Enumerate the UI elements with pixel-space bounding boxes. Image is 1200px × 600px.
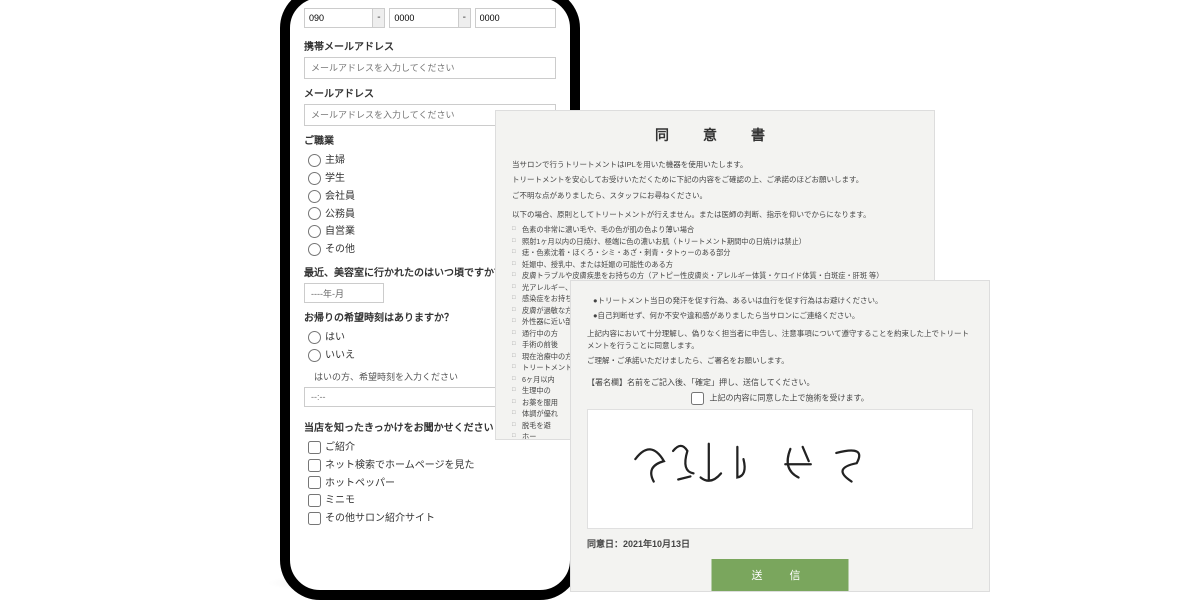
consent-text: 当サロンで行うトリートメントはIPLを用いた機器を使用いたします。: [512, 159, 918, 170]
consent-item: 痣・色素沈着・ほくろ・シミ・あざ・刺青・タトゥーのある部分: [512, 247, 918, 259]
radio[interactable]: [308, 172, 321, 185]
tel-part-2[interactable]: [389, 8, 458, 28]
radio[interactable]: [308, 207, 321, 220]
source-option[interactable]: ミニモ: [308, 491, 556, 507]
source-option[interactable]: ネット検索でホームページを見た: [308, 456, 556, 472]
tel-part-3[interactable]: [475, 8, 556, 28]
radio[interactable]: [308, 331, 321, 344]
dash: -: [373, 8, 385, 28]
agree-text: 上記の内容に同意した上で施術を受けます。: [710, 394, 869, 403]
radio[interactable]: [308, 243, 321, 256]
agree-checkbox[interactable]: [691, 392, 704, 405]
consent-text: ご不明な点がありましたら、スタッフにお尋ねください。: [512, 190, 918, 201]
consent-title: 同 意 書: [512, 125, 918, 145]
mobile-email-field[interactable]: [304, 57, 556, 79]
signature-label: 【署名欄】名前をご記入後、「確定」押し、送信してください。: [587, 377, 973, 388]
consent-text: トリートメントを安心してお受けいただくために下記の内容をご確認の上、ご承諾のほど…: [512, 174, 918, 185]
consent-item: 照射1ヶ月以内の日焼け、極端に色の濃いお肌（トリートメント期間中の日焼けは禁止）: [512, 236, 918, 248]
consent-bullet: ●自己判断せず、何か不安や違和感がありましたら当サロンにご連絡ください。: [593, 310, 973, 322]
source-option[interactable]: ホットペッパー: [308, 474, 556, 490]
consent-summary: ご理解・ご承諾いただけましたら、ご署名をお願いします。: [587, 355, 973, 367]
source-option[interactable]: その他サロン紹介サイト: [308, 509, 556, 525]
checkbox[interactable]: [308, 441, 321, 454]
checkbox[interactable]: [308, 459, 321, 472]
consent-item: 妊娠中、授乳中、または妊娠の可能性のある方: [512, 259, 918, 271]
email-label: メールアドレス: [304, 85, 556, 100]
consent-text: 以下の場合、原則としてトリートメントが行えません。または医師の判断、指示を仰いで…: [512, 209, 918, 220]
radio[interactable]: [308, 349, 321, 362]
checkbox[interactable]: [308, 494, 321, 507]
radio[interactable]: [308, 225, 321, 238]
signature-agree-row: 上記の内容に同意した上で施術を受けます。: [587, 392, 973, 405]
radio[interactable]: [308, 154, 321, 167]
consent-date: 同意日：2021年10月13日: [587, 537, 973, 550]
consent-summary: 上記内容において十分理解し、偽りなく担当者に申告し、注意事項について遵守すること…: [587, 328, 973, 352]
source-option[interactable]: ご紹介: [308, 438, 556, 454]
send-button[interactable]: 送 信: [712, 559, 849, 591]
source-list: ご紹介 ネット検索でホームページを見た ホットペッパー ミニモ その他サロン紹介…: [308, 438, 556, 525]
signature-canvas[interactable]: [587, 409, 973, 529]
tel-part-1[interactable]: [304, 8, 373, 28]
radio[interactable]: [308, 190, 321, 203]
consent-bullet: ●トリートメント当日の発汗を促す行為、あるいは血行を促す行為はお避けください。: [593, 295, 973, 307]
last-visit-select[interactable]: [304, 283, 384, 303]
phone-number-row: - -: [304, 8, 556, 28]
checkbox[interactable]: [308, 476, 321, 489]
mobile-email-label: 携帯メールアドレス: [304, 38, 556, 53]
dash: -: [459, 8, 471, 28]
signature-stroke: [617, 428, 943, 511]
consent-item: 色素の非常に濃い毛や、毛の色が肌の色より薄い場合: [512, 224, 918, 236]
checkbox[interactable]: [308, 512, 321, 525]
consent-panel-front: ●トリートメント当日の発汗を促す行為、あるいは血行を促す行為はお避けください。 …: [570, 280, 990, 592]
